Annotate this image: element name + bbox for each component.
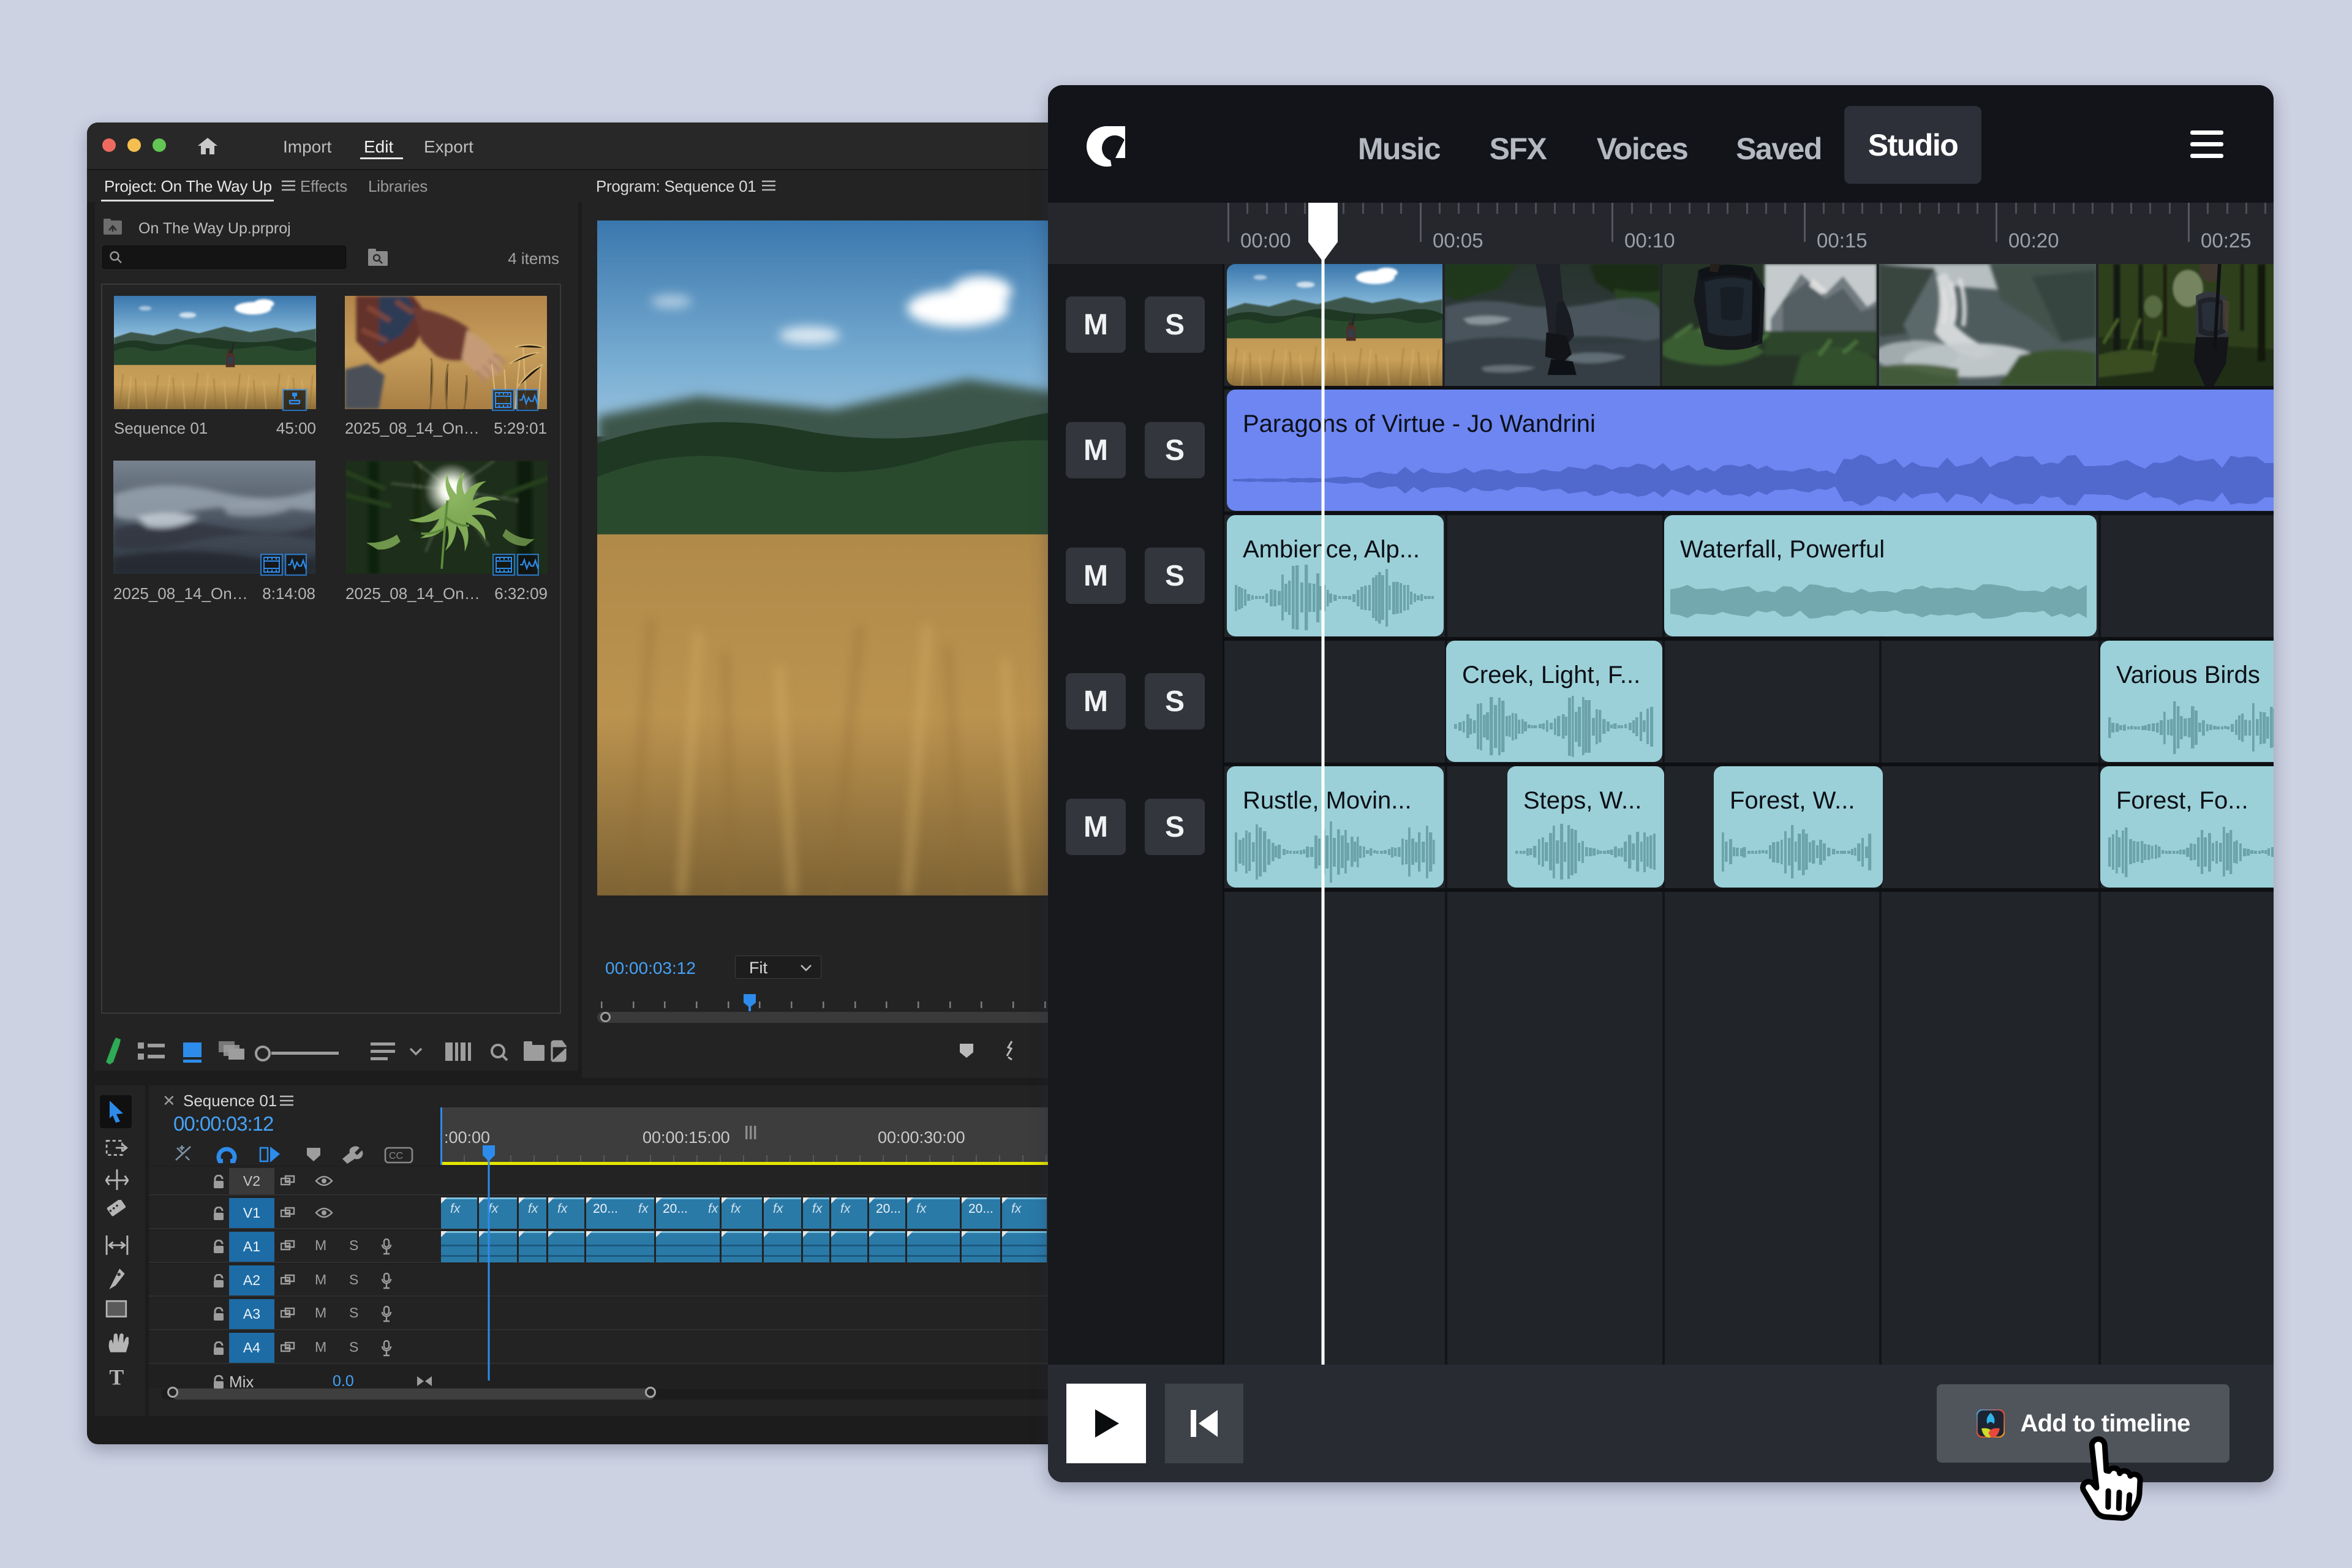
svg-text:00:00:30:00: 00:00:30:00 <box>878 1128 965 1147</box>
svg-text:00:00:15:00: 00:00:15:00 <box>643 1128 730 1147</box>
svg-text:CC: CC <box>389 1151 403 1161</box>
svg-text:T: T <box>109 1365 124 1389</box>
